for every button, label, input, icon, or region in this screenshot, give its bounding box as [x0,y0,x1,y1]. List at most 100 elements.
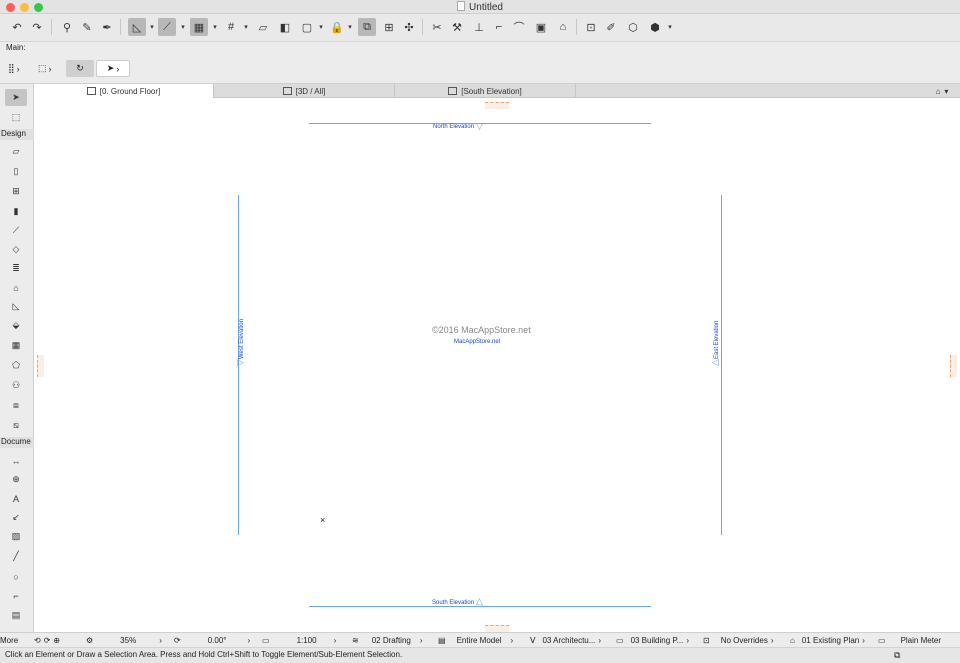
explode-icon[interactable]: ✣ [400,18,418,36]
beam-tool-icon[interactable]: ⟋ [5,222,27,239]
zone-tool-icon[interactable]: ⧈ [5,397,27,414]
arrow-tool-settings[interactable]: ➤ › [96,60,130,77]
object-tool-icon[interactable]: ⚇ [5,377,27,394]
dimension-standard-field[interactable]: ▭ Plain Meter [878,634,960,647]
model-view-field[interactable]: ▤ Entire Model › [438,634,522,647]
north-elevation-marker-icon[interactable]: ▽ [476,121,483,132]
navigation-controls: ⟲ ⟳ ⊕ [34,634,60,647]
chevron-down-icon[interactable]: ▾ [666,18,674,36]
scale-field[interactable]: ▭ 1:100 › [262,634,346,647]
column-tool-icon[interactable]: ▮ [5,203,27,220]
selection-method-button[interactable]: ⣿ › [8,60,20,77]
trace-icon[interactable]: ◧ [276,18,294,36]
north-elevation-label: North Elevation [433,124,475,130]
zoom-field[interactable]: ⚙ 35% › [86,634,168,647]
dimension-tool-icon[interactable]: ↔ [5,452,27,469]
label-tool-icon[interactable]: ↙ [5,509,27,526]
chevron-down-icon[interactable]: ▾ [148,18,156,36]
redo-view-icon[interactable]: ⟳ [44,636,51,645]
floor-plan-canvas[interactable]: North Elevation ▽ South Elevation △ West… [34,98,960,636]
roof-tool-icon[interactable]: ⌂ [5,279,27,296]
chevron-down-icon[interactable]: ▾ [346,18,354,36]
solid-ops-icon[interactable]: ⊡ [582,18,600,36]
arrow-tool-icon[interactable]: ➤ [5,89,27,106]
dimension-icon: ▭ [878,636,886,645]
window-tool-icon[interactable]: ⊞ [5,183,27,200]
document-section[interactable]: Docume [0,437,34,448]
level-dimension-tool-icon[interactable]: ⊕ [5,471,27,488]
fill-tool-icon[interactable]: ▨ [5,528,27,545]
window-toggle-icon[interactable]: ⧉ [894,650,900,661]
origin-marker-icon: × [320,515,326,525]
model-view-options-field[interactable]: ▭ 03 Building P... › [616,634,700,647]
pen-set-field[interactable]: Ⅴ 03 Architectu... › [530,634,614,647]
adjust-icon[interactable]: ⚒ [448,18,466,36]
east-elevation-marker-icon[interactable]: ◁ [712,357,719,368]
redo-icon[interactable]: ↷ [28,18,46,36]
pick-up-icon[interactable]: ✎ [78,18,96,36]
orientation-field[interactable]: ⟳ 0.00° › [174,634,256,647]
teamwork-icon[interactable]: ⬢ [646,18,664,36]
split-icon[interactable]: ✂ [428,18,446,36]
undo-view-icon[interactable]: ⟲ [34,636,41,645]
chevron-right-icon: › [598,636,602,645]
morph-tool-icon[interactable]: ⬠ [5,357,27,374]
east-elevation-line[interactable] [721,195,722,535]
ruler-icon: ▭ [262,636,270,645]
intersect-icon[interactable]: ⊥ [470,18,488,36]
text-tool-icon[interactable]: A [5,490,27,507]
layer-combination-field[interactable]: ≋ 02 Drafting › [352,634,436,647]
skylight-tool-icon[interactable]: ⬙ [5,317,27,334]
view-icon[interactable]: ▢ [298,18,316,36]
shell-tool-icon[interactable]: ◺ [5,298,27,315]
mesh-tool-icon[interactable]: ⧅ [5,417,27,434]
chevron-down-icon[interactable]: ▾ [242,18,250,36]
tab-south-elevation[interactable]: [South Elevation] [395,84,576,98]
chevron-down-icon[interactable]: ▾ [211,18,219,36]
slab-tool-icon[interactable]: ◇ [5,241,27,258]
guideline-icon[interactable]: ◺ [128,18,146,36]
drawing-tool-icon[interactable]: ▤ [5,607,27,624]
morph-icon[interactable]: ⬡ [624,18,642,36]
roof-trim-icon[interactable]: ⌂ [554,18,572,36]
inject-icon[interactable]: ✒ [98,18,116,36]
tab-ground-floor[interactable]: [0. Ground Floor] [34,84,214,98]
suspend-groups-icon[interactable]: ⧉ [358,18,376,36]
undo-icon[interactable]: ↶ [8,18,26,36]
trim-icon[interactable]: ▣ [532,18,550,36]
layers-icon[interactable]: ▱ [254,18,272,36]
renumber-icon[interactable]: ⊞ [380,18,398,36]
circle-tool-icon[interactable]: ○ [5,568,27,585]
tab-3d-all[interactable]: [3D / All] [214,84,395,98]
standard-toolbar: ↶ ↷ ⚲ ✎ ✒ ◺ ▾ ⟋ ▾ ▦ ▾ # ▾ ▱ ◧ ▢ ▾ 🔒 ▾ ⧉ … [0,14,960,42]
marquee-tool-icon[interactable]: ⬚ [5,109,27,126]
zoom-icon[interactable]: ⊕ [53,636,60,645]
renovation-filter-field[interactable]: ⌂ 01 Existing Plan › [790,634,874,647]
design-icon[interactable]: ✐ [602,18,620,36]
polyline-tool-icon[interactable]: ⌐ [5,587,27,604]
gravity-icon[interactable]: ▦ [190,18,208,36]
view-menu-button[interactable]: ⌂ ▾ [924,84,960,98]
fillet-icon[interactable]: ⌐ [490,18,508,36]
marquee-shape-button[interactable]: ⬚ › [38,60,52,77]
south-elevation-marker-icon[interactable]: △ [476,596,483,607]
find-select-icon[interactable]: ⚲ [58,18,76,36]
line-tool-icon[interactable]: ╱ [5,548,27,565]
curve-icon[interactable]: ⌒ [510,18,528,36]
lock-icon[interactable]: 🔒 [328,18,346,36]
stair-tool-icon[interactable]: ≣ [5,260,27,277]
chevron-right-icon: › [48,63,52,74]
chevron-down-icon[interactable]: ▾ [317,18,325,36]
wall-tool-icon[interactable]: ▱ [5,143,27,160]
grid-snap-icon[interactable]: # [222,18,240,36]
chevron-down-icon[interactable]: ▾ [179,18,187,36]
graphic-override-field[interactable]: ⊡ No Overrides › [703,634,787,647]
design-section[interactable]: Design [0,129,34,140]
curtain-wall-tool-icon[interactable]: ▦ [5,337,27,354]
rotate-marquee-button[interactable]: ↻ [66,60,94,77]
door-tool-icon[interactable]: ▯ [5,163,27,180]
west-elevation-marker-icon[interactable]: ▷ [237,357,244,368]
more-toggle[interactable]: More [0,634,30,647]
info-box-label: Main: [6,43,26,52]
snap-guides-icon[interactable]: ⟋ [158,18,176,36]
